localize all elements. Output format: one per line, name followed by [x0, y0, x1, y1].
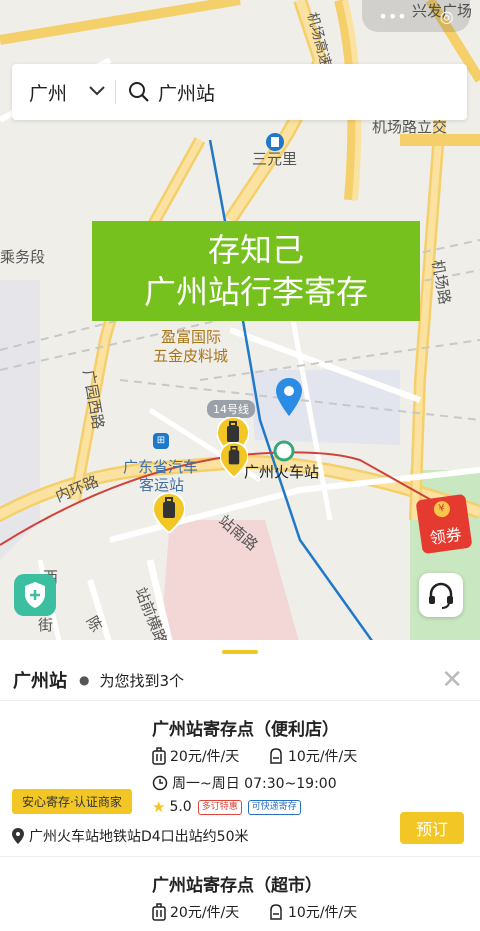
dot-separator: ●	[79, 673, 90, 687]
metro-line-badge: 14号线	[207, 400, 255, 418]
banner-line-1: 存知己	[207, 231, 304, 269]
store-name: 广州站寄存点（便利店）	[152, 720, 339, 740]
price-large-row: 20元/件/天	[152, 902, 239, 922]
sheet-title: 广州站	[13, 671, 67, 692]
bus-station-icon: ⊞	[153, 433, 169, 449]
price-small-row: 10元/件/天	[268, 746, 357, 766]
opening-hours: 周一~周日 07:30~19:00	[172, 776, 337, 792]
headset-icon	[429, 582, 453, 609]
location-icon	[12, 828, 24, 844]
divider	[115, 80, 116, 104]
price-large-row: 20元/件/天	[152, 746, 239, 766]
map-label: 客运站	[139, 476, 185, 494]
promo-banner: 存知己 广州站行李寄存	[92, 221, 420, 321]
price-large: 20元/件/天	[170, 905, 240, 921]
map-label: 盈富国际	[161, 328, 222, 346]
price-small: 10元/件/天	[288, 749, 358, 765]
rating: 5.0	[169, 799, 192, 815]
mini-program-capsule: ••• ◎	[362, 0, 470, 32]
sheet-drag-handle[interactable]	[222, 650, 258, 654]
discount-chip: 多订特惠	[197, 799, 242, 815]
store-card[interactable]: 广州站寄存点（超市） 20元/件/天 10元/件/天	[0, 857, 480, 931]
certified-badge: 安心寄存·认证商家	[12, 789, 132, 814]
customer-service-button[interactable]	[419, 573, 463, 617]
hours-row: 周一~周日 07:30~19:00	[152, 773, 337, 793]
city-selector[interactable]: 广州	[12, 79, 89, 106]
store-name: 广州站寄存点（超市）	[152, 876, 322, 896]
luggage-pin-icon[interactable]	[220, 442, 248, 478]
location-pin-icon[interactable]	[276, 378, 302, 416]
suitcase-icon	[152, 903, 166, 921]
coupon-button[interactable]: ¥ 领券	[415, 493, 473, 555]
results-sheet: 广州站 ● 为您找到3个 ✕ 广州站寄存点（便利店） 20元/件/天 10元/件…	[0, 640, 480, 931]
clock-icon	[152, 775, 168, 791]
suitcase-icon	[152, 747, 166, 765]
book-button[interactable]: 预订	[400, 812, 464, 844]
map-label: 三元里	[252, 150, 298, 168]
coupon-label: 领券	[428, 524, 463, 549]
price-small: 10元/件/天	[288, 905, 358, 921]
map-label: 街	[38, 616, 54, 634]
chevron-down-icon[interactable]	[89, 84, 105, 100]
map-label: 五金皮料城	[153, 347, 229, 365]
address-row: 广州火车站地铁站D4口出站约50米	[12, 826, 249, 846]
sheet-header: 广州站 ● 为您找到3个 ✕	[13, 665, 467, 695]
close-icon[interactable]: ✕	[441, 665, 463, 695]
map-label: 乘务段	[0, 248, 46, 266]
backpack-icon	[270, 748, 282, 764]
price-small-row: 10元/件/天	[268, 902, 357, 922]
address: 广州火车站地铁站D4口出站约50米	[29, 829, 249, 845]
rating-row: ★ 5.0 多订特惠 可快递寄存	[152, 798, 301, 816]
insurance-button[interactable]	[14, 574, 56, 616]
more-icon[interactable]: •••	[378, 7, 406, 26]
shield-icon	[25, 582, 45, 608]
close-circle-icon[interactable]: ◎	[440, 7, 454, 26]
express-chip: 可快递寄存	[247, 799, 301, 815]
coin-icon: ¥	[432, 500, 451, 519]
price-large: 20元/件/天	[170, 749, 240, 765]
store-card[interactable]: 广州站寄存点（便利店） 20元/件/天 10元/件/天 周一~周日 07:30~…	[0, 701, 480, 856]
backpack-icon	[270, 904, 282, 920]
search-bar: 广州 广州站	[12, 64, 467, 120]
luggage-pin-icon[interactable]	[153, 493, 185, 533]
station-label: 广州火车站	[244, 463, 320, 481]
search-icon	[129, 82, 149, 102]
search-input[interactable]: 广州站	[158, 79, 215, 106]
star-icon: ★	[152, 798, 166, 816]
result-count: 为您找到3个	[99, 671, 185, 690]
banner-line-2: 广州站行李寄存	[143, 273, 368, 311]
